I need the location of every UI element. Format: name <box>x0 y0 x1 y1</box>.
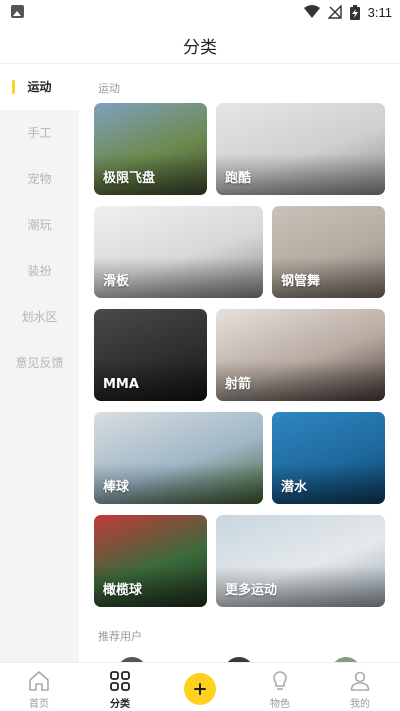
recommended-users-title: 推荐用户 <box>98 630 142 643</box>
status-bar: 3:11 <box>0 0 400 24</box>
sidebar-item-handcraft[interactable]: 手工 <box>0 110 79 156</box>
card-label: 极限飞盘 <box>103 171 156 186</box>
category-sidebar: 运动 手工 宠物 潮玩 装扮 划水区 意见反馈 <box>0 64 79 662</box>
sidebar-item-label: 运动 <box>27 80 52 94</box>
sidebar-item-label: 潮玩 <box>27 218 52 232</box>
card-label: 钢管舞 <box>281 274 321 289</box>
nav-label: 分类 <box>110 699 130 710</box>
category-card-pole-dance[interactable]: 钢管舞 <box>272 206 385 298</box>
sidebar-item-pets[interactable]: 宠物 <box>0 156 79 202</box>
avatar[interactable] <box>222 655 256 662</box>
nav-label: 我的 <box>350 699 370 710</box>
nav-profile[interactable]: 我的 <box>330 666 390 710</box>
sidebar-item-feedback[interactable]: 意见反馈 <box>0 340 79 386</box>
grid-icon <box>110 671 130 691</box>
card-label: MMA <box>103 377 139 392</box>
clock-time: 3:11 <box>367 4 392 20</box>
add-post-button[interactable] <box>184 673 216 705</box>
category-card-american-football[interactable]: 橄榄球 <box>94 515 207 607</box>
active-indicator <box>12 80 15 94</box>
page-title: 分类 <box>183 38 217 58</box>
nav-discover[interactable]: 物色 <box>250 666 310 710</box>
battery-charging-icon <box>349 4 360 20</box>
wifi-icon <box>303 5 320 18</box>
status-indicators: 3:11 <box>303 3 392 21</box>
category-card-diving[interactable]: 潜水 <box>272 412 385 504</box>
no-signal-icon <box>327 5 342 19</box>
nav-label: 物色 <box>270 699 290 710</box>
sidebar-item-sports[interactable]: 运动 <box>0 64 79 110</box>
image-notification-icon <box>11 5 24 18</box>
nav-category[interactable]: 分类 <box>90 666 150 710</box>
sidebar-item-slacking-zone[interactable]: 划水区 <box>0 294 79 340</box>
avatar[interactable] <box>329 655 363 662</box>
sidebar-item-trendy-toys[interactable]: 潮玩 <box>0 202 79 248</box>
card-label: 滑板 <box>103 274 130 289</box>
nav-label: 首页 <box>29 699 49 710</box>
card-label: 更多运动 <box>225 583 278 598</box>
sidebar-item-label: 手工 <box>27 126 52 140</box>
nav-home[interactable]: 首页 <box>9 666 69 710</box>
app-header: 分类 <box>0 24 400 64</box>
card-label: 棒球 <box>103 480 130 495</box>
category-card-parkour[interactable]: 跑酷 <box>216 103 385 195</box>
bottom-navigation: 首页 分类 物色 我的 <box>0 662 400 711</box>
category-card-baseball[interactable]: 棒球 <box>94 412 263 504</box>
category-content: 运动 极限飞盘 跑酷 滑板 钢管舞 MMA 射箭 棒球 潜水 橄榄球 更多运动 … <box>79 64 400 662</box>
section-title: 运动 <box>98 82 120 95</box>
home-icon <box>29 671 49 691</box>
sidebar-item-outfits[interactable]: 装扮 <box>0 248 79 294</box>
category-card-mma[interactable]: MMA <box>94 309 207 401</box>
sidebar-item-label: 宠物 <box>27 172 52 186</box>
sidebar-item-label: 划水区 <box>21 310 58 324</box>
card-label: 潜水 <box>281 480 308 495</box>
card-label: 射箭 <box>225 377 252 392</box>
card-label: 跑酷 <box>225 171 252 186</box>
category-card-more-sports[interactable]: 更多运动 <box>216 515 385 607</box>
category-card-ultimate-frisbee[interactable]: 极限飞盘 <box>94 103 207 195</box>
person-icon <box>350 671 370 691</box>
recommended-users-row <box>79 655 400 662</box>
category-card-skateboard[interactable]: 滑板 <box>94 206 263 298</box>
card-label: 橄榄球 <box>103 583 143 598</box>
sidebar-item-label: 意见反馈 <box>15 356 64 370</box>
sidebar-item-label: 装扮 <box>27 264 52 278</box>
lightbulb-icon <box>273 671 287 690</box>
category-card-archery[interactable]: 射箭 <box>216 309 385 401</box>
avatar[interactable] <box>115 655 149 662</box>
